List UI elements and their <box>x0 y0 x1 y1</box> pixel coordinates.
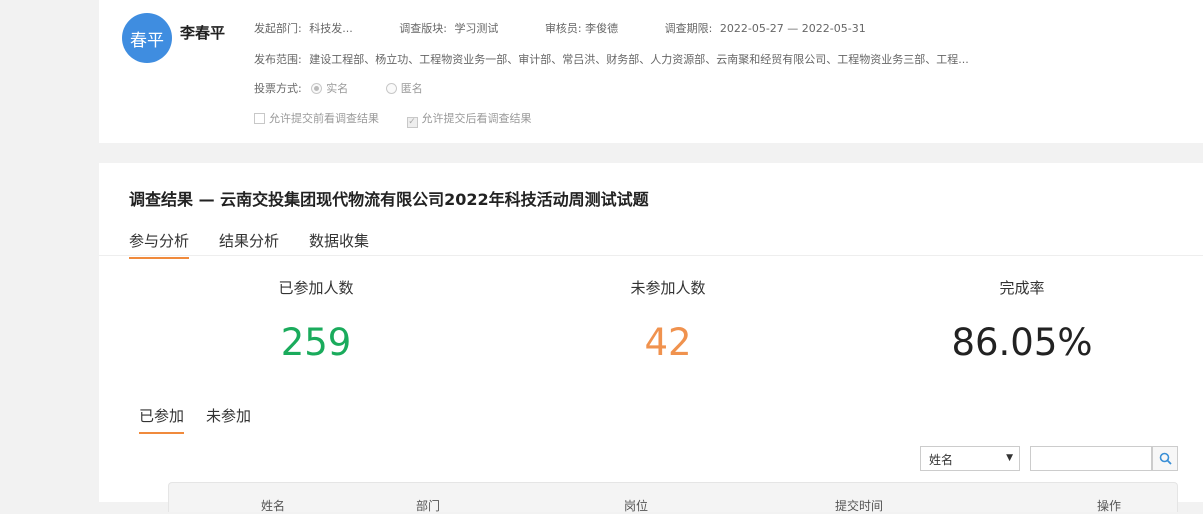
check-after-group[interactable]: ✓ 允许提交后看调查结果 <box>406 112 532 128</box>
stat-not-joined-label: 未参加人数 <box>630 279 706 297</box>
period-label: 调查期限: <box>664 22 713 35</box>
col-name: 姓名 <box>261 499 286 513</box>
dept-value: 科技发... <box>309 22 353 35</box>
page-title: 调查结果 — 云南交投集团现代物流有限公司2022年科技活动周测试试题 <box>129 190 649 209</box>
radio-anonymous[interactable] <box>385 83 397 94</box>
meta-row-checks: 允许提交前看调查结果 ✓ 允许提交后看调查结果 <box>254 110 532 128</box>
check-before-label: 允许提交前看调查结果 <box>269 112 379 125</box>
vote-label: 投票方式: <box>254 82 302 95</box>
stat-rate-value: 86.05% <box>951 321 1093 364</box>
subtab-not-joined[interactable]: 未参加 <box>206 405 251 434</box>
reviewer-value: 李俊德 <box>585 22 619 35</box>
chevron-down-icon: ▼ <box>1006 453 1013 463</box>
module-label: 调查版块: <box>399 22 447 35</box>
col-actions: 操作 <box>1097 499 1122 513</box>
meta-row-scope: 发布范围: 建设工程部、杨立功、工程物资业务一部、审计部、常吕洪、财务部、人力资… <box>254 51 969 67</box>
subtab-joined[interactable]: 已参加 <box>139 405 185 434</box>
col-position: 岗位 <box>624 499 649 513</box>
vote-option-realname-label: 实名 <box>326 82 349 95</box>
check-after-label: 允许提交后看调查结果 <box>421 112 532 125</box>
filter-select-value: 姓名 <box>929 453 954 467</box>
meta-row-vote: 投票方式: 实名 匿名 <box>254 80 423 96</box>
scope-value: 建设工程部、杨立功、工程物资业务一部、审计部、常吕洪、财务部、人力资源部、云南聚… <box>309 53 969 66</box>
stat-not-joined-value: 42 <box>644 321 692 364</box>
col-submit-time: 提交时间 <box>835 499 884 513</box>
vote-option-anonymous[interactable]: 匿名 <box>385 82 423 95</box>
stat-rate-label: 完成率 <box>999 279 1045 297</box>
col-dept: 部门 <box>416 499 441 513</box>
search-icon <box>1159 452 1172 465</box>
tabs-divider <box>99 255 1203 256</box>
avatar: 春平 <box>122 13 172 63</box>
stat-not-joined: 未参加人数 42 <box>488 277 848 364</box>
search-input[interactable] <box>1030 446 1152 471</box>
filter-select[interactable]: 姓名 ▼ <box>920 446 1020 471</box>
vote-option-anonymous-label: 匿名 <box>400 82 423 95</box>
stat-rate: 完成率 86.05% <box>842 277 1202 364</box>
checkbox-before[interactable] <box>254 113 265 124</box>
meta-row-info: 发起部门: 科技发... 调查版块: 学习测试 审核员: 李俊德 调查期限: 2… <box>254 20 866 36</box>
results-card: 调查结果 — 云南交投集团现代物流有限公司2022年科技活动周测试试题 参与分析… <box>99 163 1203 513</box>
sub-tabs: 已参加 未参加 <box>139 405 273 434</box>
survey-info-card: 春平 李春平 发起部门: 科技发... 调查版块: 学习测试 审核员: 李俊德 … <box>99 0 1203 143</box>
user-name: 李春平 <box>180 24 226 42</box>
reviewer-label: 审核员: <box>544 22 582 35</box>
period-value: 2022-05-27 — 2022-05-31 <box>719 22 866 35</box>
dept-label: 发起部门: <box>254 22 302 35</box>
checkbox-after[interactable]: ✓ <box>406 117 418 128</box>
radio-realname[interactable] <box>311 83 323 94</box>
scope-label: 发布范围: <box>254 53 302 66</box>
table-header: 姓名 部门 岗位 提交时间 操作 <box>168 482 1178 513</box>
stat-joined-label: 已参加人数 <box>278 279 354 297</box>
vote-option-realname[interactable]: 实名 <box>311 82 352 95</box>
stat-joined-value: 259 <box>280 321 352 364</box>
module-value: 学习测试 <box>454 22 499 35</box>
search-button[interactable] <box>1152 446 1178 471</box>
check-before-group[interactable]: 允许提交前看调查结果 <box>254 112 383 125</box>
stat-joined: 已参加人数 259 <box>136 277 496 364</box>
